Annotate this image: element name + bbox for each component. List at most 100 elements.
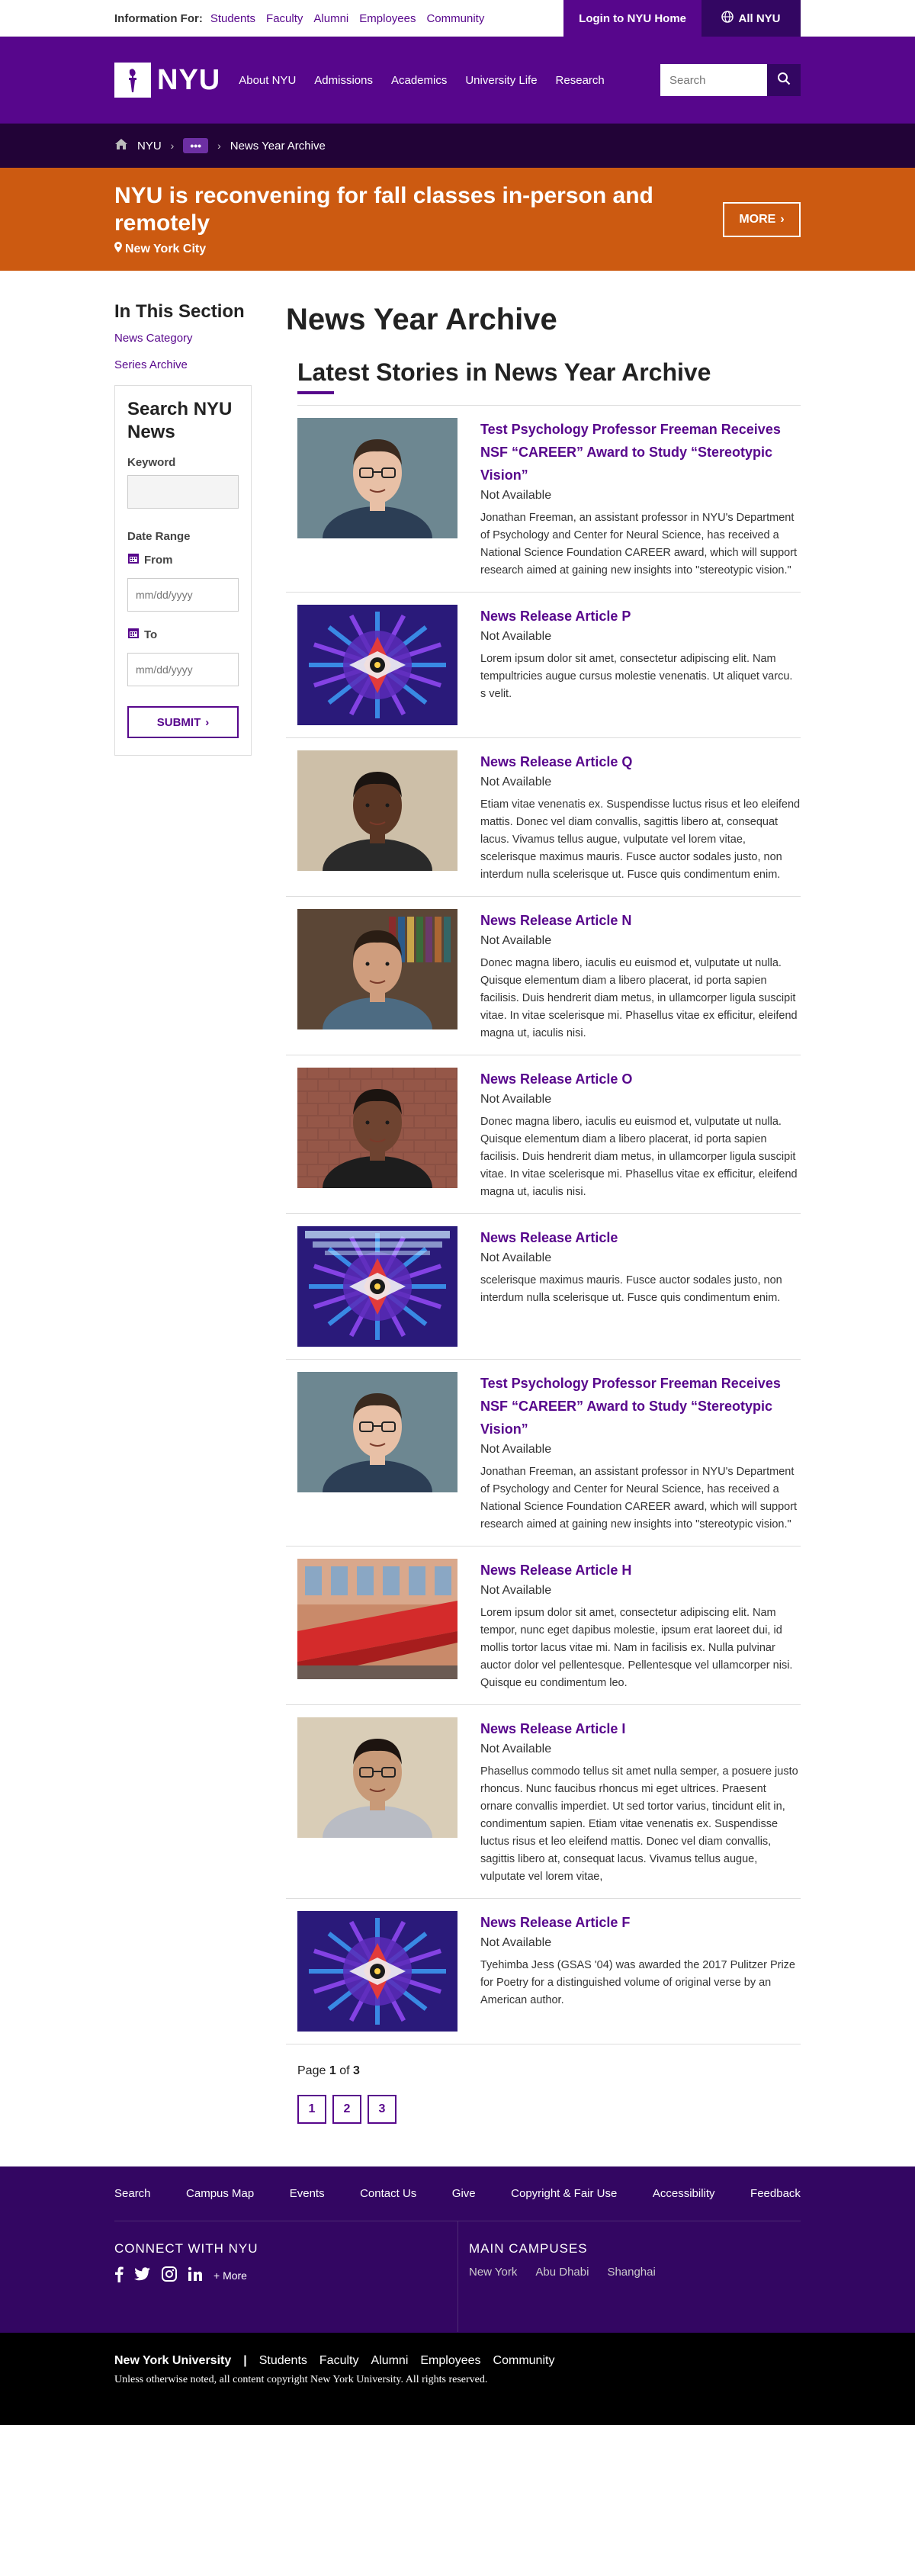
bottom-bar: New York University | Students Faculty A… <box>0 2333 915 2425</box>
story-image[interactable] <box>297 1717 458 1838</box>
story-title-link[interactable]: News Release Article <box>480 1226 801 1249</box>
story-status: Not Available <box>480 1251 552 1264</box>
date-from-input[interactable] <box>127 578 239 612</box>
story-title-link[interactable]: News Release Article H <box>480 1559 801 1582</box>
bottom-link-community[interactable]: Community <box>493 2354 555 2368</box>
footer-link-campus-map[interactable]: Campus Map <box>186 2187 254 2200</box>
story-summary: Tyehimba Jess (GSAS '04) was awarded the… <box>480 1959 795 2006</box>
story-image[interactable] <box>297 418 458 538</box>
audience-link-employees[interactable]: Employees <box>359 12 416 25</box>
page-button-1[interactable]: 1 <box>297 2095 326 2124</box>
bottom-link-alumni[interactable]: Alumni <box>371 2354 408 2368</box>
sidebar-link-series-archive[interactable]: Series Archive <box>114 358 252 371</box>
submit-button[interactable]: SUBMIT › <box>127 706 239 738</box>
story-summary: Jonathan Freeman, an assistant professor… <box>480 512 798 577</box>
footer-link-copyright[interactable]: Copyright & Fair Use <box>511 2187 617 2200</box>
story-item: Test Psychology Professor Freeman Receiv… <box>286 406 801 593</box>
story-image[interactable] <box>297 1911 458 2032</box>
audience-link-faculty[interactable]: Faculty <box>266 12 303 25</box>
story-status: Not Available <box>480 1742 552 1755</box>
more-label: MORE <box>739 212 776 226</box>
story-image[interactable] <box>297 1226 458 1347</box>
story-status: Not Available <box>480 1584 552 1597</box>
alert-location-text: New York City <box>125 242 207 255</box>
story-title-link[interactable]: Test Psychology Professor Freeman Receiv… <box>480 1372 801 1441</box>
facebook-icon[interactable] <box>114 2266 124 2285</box>
story-image[interactable] <box>297 750 458 871</box>
nav-admissions[interactable]: Admissions <box>314 74 373 87</box>
nav-academics[interactable]: Academics <box>391 74 447 87</box>
page-button-3[interactable]: 3 <box>368 2095 396 2124</box>
story-item: News Release Article F Not Available Tyehi… <box>286 1899 801 2044</box>
all-nyu-label: All NYU <box>738 11 781 25</box>
bottom-link-employees[interactable]: Employees <box>420 2354 480 2368</box>
footer-link-contact[interactable]: Contact Us <box>360 2187 416 2200</box>
nav-university-life[interactable]: University Life <box>465 74 537 87</box>
footer-link-search[interactable]: Search <box>114 2187 151 2200</box>
audience-link-community[interactable]: Community <box>426 12 484 25</box>
audience-link-students[interactable]: Students <box>210 12 255 25</box>
audience-link-alumni[interactable]: Alumni <box>313 12 348 25</box>
social-more-link[interactable]: + More <box>214 2269 247 2282</box>
story-title-link[interactable]: News Release Article F <box>480 1911 801 1934</box>
nyu-logo[interactable]: NYU <box>114 63 220 98</box>
alert-banner: NYU is reconvening for fall classes in-p… <box>0 168 915 271</box>
date-range-label: Date Range <box>127 530 191 543</box>
story-title-link[interactable]: Test Psychology Professor Freeman Receiv… <box>480 418 801 487</box>
story-title-link[interactable]: News Release Article Q <box>480 750 801 773</box>
nav-research[interactable]: Research <box>556 74 605 87</box>
search-input[interactable] <box>660 64 767 96</box>
campus-link-new-york[interactable]: New York <box>469 2266 517 2279</box>
more-button[interactable]: MORE › <box>723 201 801 237</box>
instagram-icon[interactable] <box>162 2266 177 2284</box>
breadcrumb-nyu[interactable]: NYU <box>137 140 162 153</box>
story-item: News Release Article I Not Available Phase… <box>286 1705 801 1899</box>
all-nyu-button[interactable]: All NYU <box>702 0 801 37</box>
pager-of: of <box>339 2064 350 2077</box>
story-title-link[interactable]: News Release Article O <box>480 1068 801 1090</box>
title-underline <box>297 391 334 394</box>
campus-link-shanghai[interactable]: Shanghai <box>607 2266 655 2279</box>
twitter-icon[interactable] <box>134 2267 151 2283</box>
footer-link-accessibility[interactable]: Accessibility <box>653 2187 715 2200</box>
breadcrumb-ellipsis[interactable]: ••• <box>183 138 209 153</box>
story-image[interactable] <box>297 1068 458 1188</box>
story-summary: Etiam vitae venenatis ex. Suspendisse lu… <box>480 798 801 881</box>
logo-wordmark: NYU <box>157 63 221 96</box>
footer-link-feedback[interactable]: Feedback <box>750 2187 801 2200</box>
map-pin-icon <box>114 242 122 256</box>
story-status: Not Available <box>480 1936 552 1949</box>
pager-total: 3 <box>352 2064 360 2077</box>
story-image[interactable] <box>297 909 458 1029</box>
keyword-input[interactable] <box>127 475 239 509</box>
sidebar-link-news-category[interactable]: News Category <box>114 332 252 345</box>
footer-link-give[interactable]: Give <box>452 2187 476 2200</box>
submit-label: SUBMIT <box>156 715 201 729</box>
login-nyu-home-button[interactable]: Login to NYU Home <box>563 0 702 37</box>
story-image[interactable] <box>297 605 458 725</box>
story-status: Not Available <box>480 776 552 789</box>
breadcrumb: NYU › ••• › News Year Archive <box>0 124 915 168</box>
home-icon[interactable] <box>114 138 128 153</box>
chevron-right-icon: › <box>170 140 175 152</box>
campus-link-abu-dhabi[interactable]: Abu Dhabi <box>535 2266 589 2279</box>
bottom-link-students[interactable]: Students <box>259 2354 307 2368</box>
bottom-link-faculty[interactable]: Faculty <box>319 2354 359 2368</box>
story-title-link[interactable]: News Release Article N <box>480 909 801 932</box>
story-title-link[interactable]: News Release Article I <box>480 1717 801 1740</box>
news-search-form: Search NYU News Keyword Date Range From … <box>114 385 252 756</box>
copyright: Unless otherwise noted, all content copy… <box>114 2374 488 2385</box>
campuses-title: MAIN CAMPUSES <box>469 2241 588 2256</box>
date-to-input[interactable] <box>127 653 239 686</box>
bottom-separator: | <box>243 2354 247 2367</box>
story-image[interactable] <box>297 1372 458 1492</box>
linkedin-icon[interactable] <box>188 2266 203 2284</box>
story-status: Not Available <box>480 934 552 947</box>
search-button[interactable] <box>767 64 801 96</box>
story-image[interactable] <box>297 1559 458 1679</box>
footer-link-events[interactable]: Events <box>290 2187 325 2200</box>
story-title-link[interactable]: News Release Article P <box>480 605 801 628</box>
story-list: Test Psychology Professor Freeman Receiv… <box>286 406 801 2044</box>
nav-about[interactable]: About NYU <box>239 74 296 87</box>
page-button-2[interactable]: 2 <box>332 2095 361 2124</box>
